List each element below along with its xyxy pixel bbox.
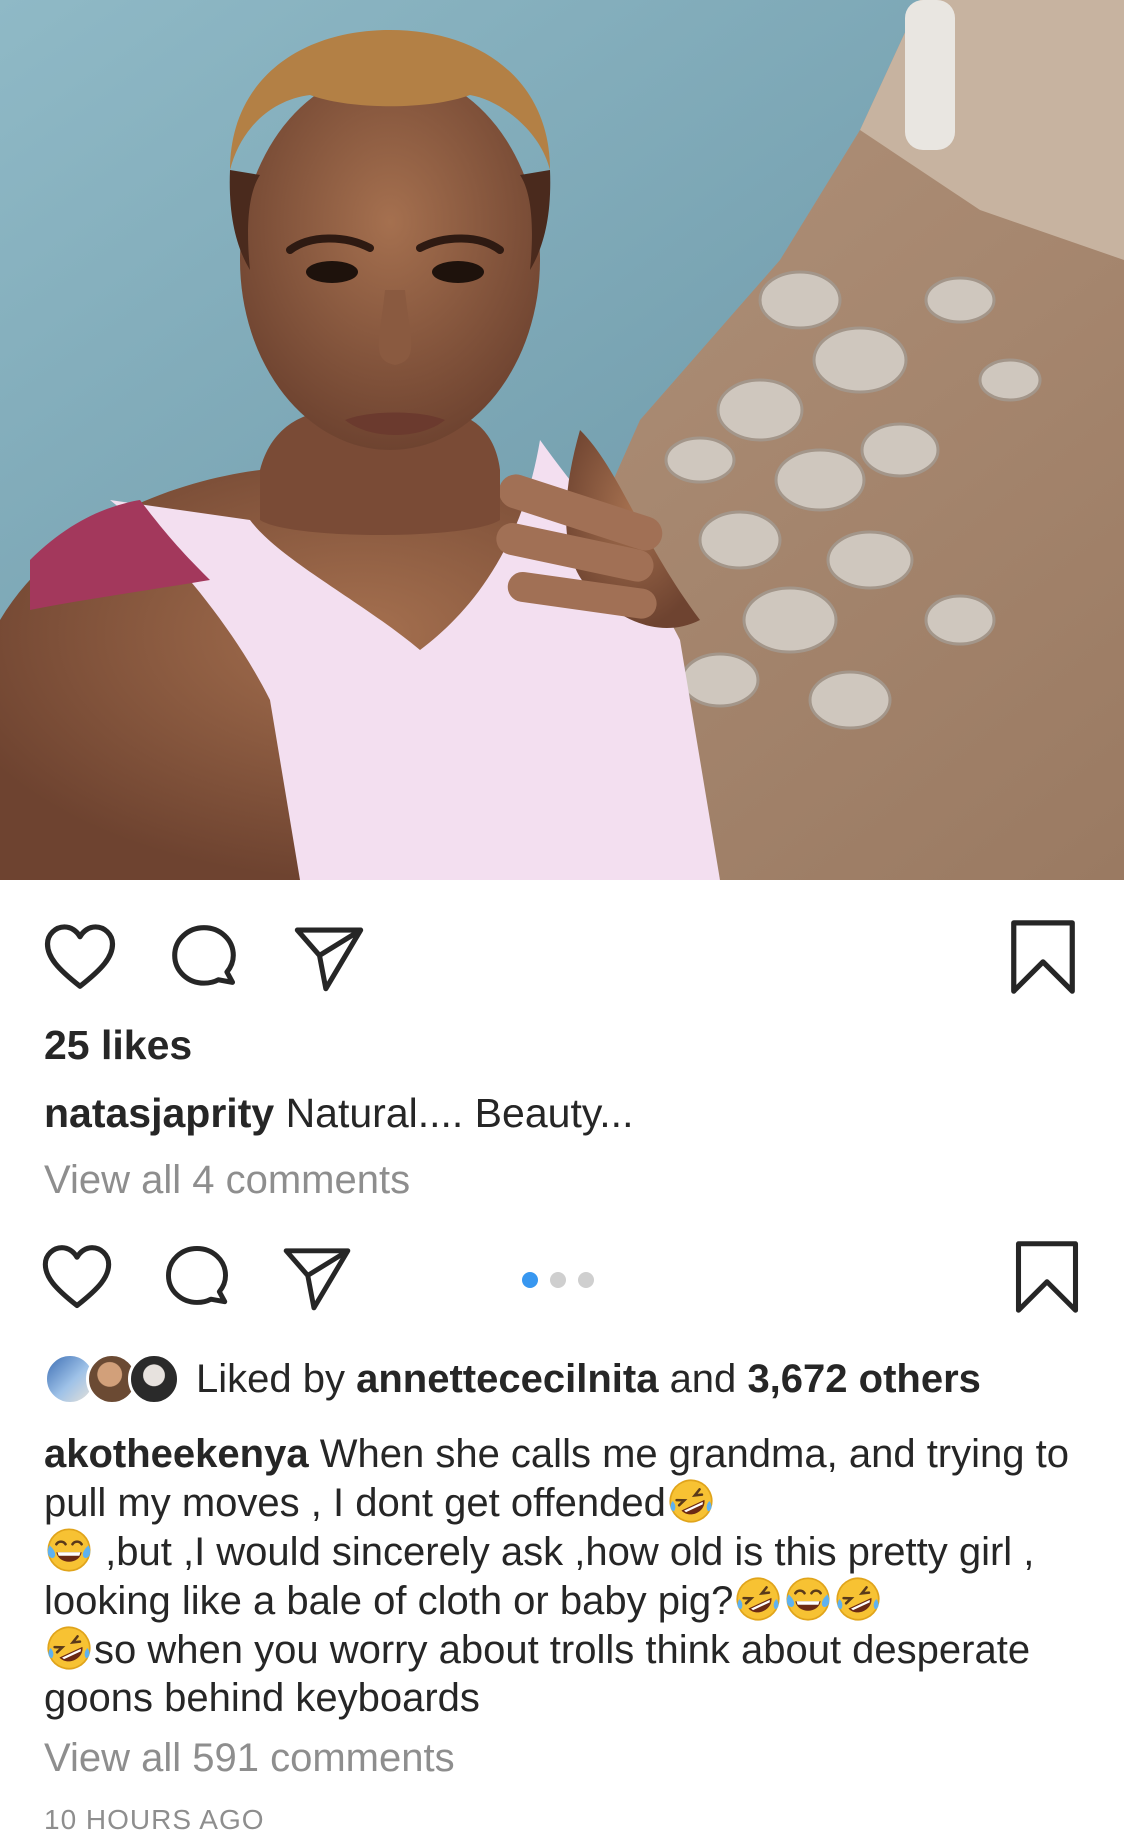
post1-caption: natasjaprity Natural.... Beauty... xyxy=(44,1090,1084,1137)
carousel-indicator xyxy=(522,1270,602,1290)
post2-view-comments-link[interactable]: View all 591 comments xyxy=(44,1736,455,1781)
post-photo[interactable] xyxy=(0,0,1124,880)
carousel-dot-active xyxy=(522,1272,538,1288)
post2-action-row xyxy=(0,1232,1124,1322)
post1-view-comments-link[interactable]: View all 4 comments xyxy=(44,1158,1084,1203)
post2-caption-username[interactable]: akotheekenya xyxy=(44,1432,309,1476)
heart-icon xyxy=(44,924,116,989)
liked-by-prefix: Liked by xyxy=(196,1356,345,1401)
post1-comment-button[interactable] xyxy=(159,912,249,1002)
heart-icon xyxy=(42,1245,112,1309)
post2-caption: akotheekenya When she calls me grandma, … xyxy=(44,1430,1084,1722)
post2-timestamp: 10 HOURS AGO xyxy=(44,1804,265,1835)
rolling-laughing-emoji xyxy=(736,1577,780,1621)
avatar xyxy=(128,1353,180,1405)
carousel-dot xyxy=(578,1272,594,1288)
post2-share-button[interactable] xyxy=(272,1232,362,1322)
liked-by-row: Liked by annettececilnita and 3,672 othe… xyxy=(44,1348,981,1410)
comment-icon xyxy=(172,925,236,986)
post1-like-button[interactable] xyxy=(35,912,125,1002)
liked-by-others[interactable]: 3,672 others xyxy=(747,1357,980,1402)
liked-by-and: and xyxy=(669,1356,737,1401)
post1-share-button[interactable] xyxy=(284,912,374,1002)
rolling-laughing-emoji xyxy=(836,1577,880,1621)
bookmark-icon xyxy=(1015,1241,1079,1313)
post1-action-row xyxy=(0,912,1124,1002)
comment-icon xyxy=(166,1246,228,1305)
liked-by-avatars[interactable] xyxy=(44,1351,182,1407)
rolling-laughing-emoji xyxy=(47,1626,91,1670)
post1-caption-username[interactable]: natasjaprity xyxy=(44,1090,274,1136)
post2-comment-button[interactable] xyxy=(152,1232,242,1322)
post1-save-button[interactable] xyxy=(998,912,1088,1002)
post2-like-button[interactable] xyxy=(32,1232,122,1322)
bookmark-icon xyxy=(1011,920,1075,994)
tears-of-joy-emoji xyxy=(786,1577,830,1621)
post2-save-button[interactable] xyxy=(1002,1232,1092,1322)
post1-likes-count[interactable]: 25 likes xyxy=(44,1022,1084,1069)
rolling-laughing-emoji xyxy=(669,1479,713,1523)
post1-caption-text: Natural.... Beauty... xyxy=(285,1090,634,1136)
paper-plane-icon xyxy=(283,1248,351,1311)
post2-caption-text-3: so when you worry about trolls think abo… xyxy=(44,1628,1031,1720)
paper-plane-icon xyxy=(294,927,364,992)
liked-by-username[interactable]: annettececilnita xyxy=(356,1357,658,1402)
post2-caption-text-2: ,but ,I would sincerely ask ,how old is … xyxy=(44,1530,1035,1623)
carousel-dot xyxy=(550,1272,566,1288)
tears-of-joy-emoji xyxy=(47,1528,91,1572)
selfie-photo xyxy=(0,0,1124,880)
